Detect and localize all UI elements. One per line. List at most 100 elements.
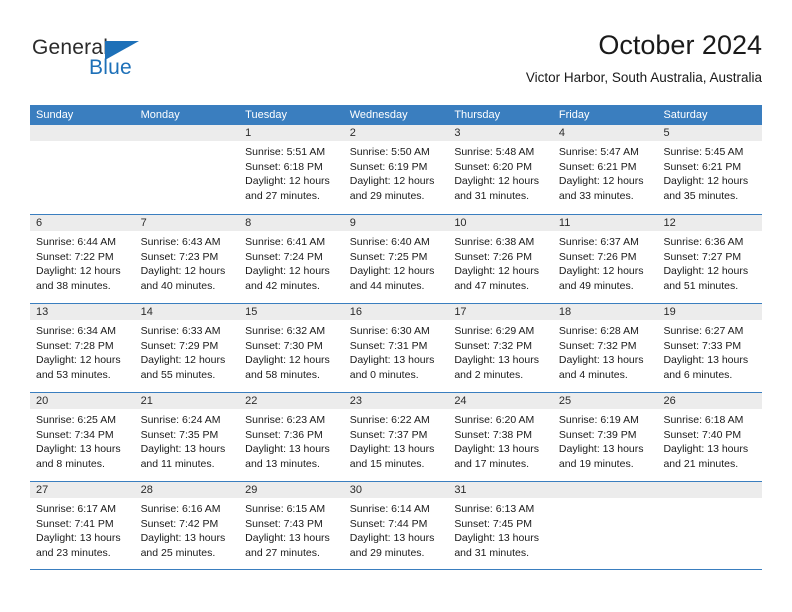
day-details: Sunrise: 6:20 AM Sunset: 7:38 PM Daylight:… — [448, 409, 553, 471]
general-blue-logo[interactable]: General Blue — [30, 28, 230, 84]
calendar-day-cell[interactable]: 30 Sunrise: 6:14 AM Sunset: 7:44 PM Dayligh… — [343, 482, 449, 569]
calendar-day-cell[interactable]: 20 Sunrise: 6:25 AM Sunset: 7:34 PM Dayligh… — [30, 393, 135, 481]
sunrise-text: Sunrise: 6:16 AM — [140, 503, 221, 515]
day-number: 1 — [239, 125, 344, 141]
day-number: 28 — [134, 482, 240, 498]
sunrise-text: Sunrise: 6:43 AM — [140, 236, 221, 248]
title-block: October 2024 Victor Harbor, South Austra… — [242, 28, 762, 88]
calendar-day-cell[interactable]: 25 Sunrise: 6:19 AM Sunset: 7:39 PM Dayligh… — [552, 393, 658, 481]
daylight-text: Daylight: 12 hours — [140, 265, 226, 278]
calendar-day-cell[interactable]: 9 Sunrise: 6:40 AM Sunset: 7:25 PM Daylight… — [343, 215, 449, 303]
calendar-day-cell[interactable]: 14 Sunrise: 6:33 AM Sunset: 7:29 PM Dayligh… — [134, 304, 240, 392]
daylight-text: and 40 minutes. — [140, 279, 216, 292]
day-number: 3 — [448, 125, 553, 141]
sunset-text: Sunset: 7:44 PM — [349, 517, 428, 530]
daylight-text: and 29 minutes. — [349, 189, 425, 202]
sunset-text: Sunset: 7:38 PM — [454, 428, 532, 441]
calendar-day-cell[interactable]: 8 Sunrise: 6:41 AM Sunset: 7:24 PM Daylight… — [239, 215, 344, 303]
calendar-day-cell[interactable]: 21 Sunrise: 6:24 AM Sunset: 7:35 PM Dayligh… — [134, 393, 240, 481]
daylight-text: Daylight: 13 hours — [454, 443, 539, 456]
calendar-day-cell-empty — [657, 482, 763, 569]
sunset-text: Sunset: 6:20 PM — [454, 160, 532, 173]
sunset-text: Sunset: 7:43 PM — [245, 517, 323, 530]
weekday-header-tuesday: Tuesday — [245, 109, 287, 121]
calendar-day-cell[interactable]: 26 Sunrise: 6:18 AM Sunset: 7:40 PM Dayligh… — [657, 393, 763, 481]
day-details: Sunrise: 6:25 AM Sunset: 7:34 PM Daylight:… — [30, 409, 135, 471]
calendar-day-cell[interactable]: 4 Sunrise: 5:47 AM Sunset: 6:21 PM Daylight… — [552, 125, 658, 214]
daylight-text: Daylight: 12 hours — [140, 354, 226, 367]
daylight-text: and 42 minutes. — [245, 279, 320, 292]
day-number: 9 — [343, 215, 449, 231]
daylight-text: and 31 minutes. — [454, 546, 530, 559]
sunset-text: Sunset: 7:39 PM — [558, 428, 637, 441]
day-number: 19 — [657, 304, 763, 320]
sunset-text: Sunset: 7:30 PM — [245, 339, 323, 352]
calendar-day-cell[interactable]: 24 Sunrise: 6:20 AM Sunset: 7:38 PM Dayligh… — [448, 393, 553, 481]
sunrise-text: Sunrise: 6:17 AM — [36, 503, 116, 515]
daylight-text: Daylight: 12 hours — [36, 354, 121, 367]
calendar-day-cell[interactable]: 28 Sunrise: 6:16 AM Sunset: 7:42 PM Dayligh… — [134, 482, 240, 569]
daylight-text: and 38 minutes. — [36, 279, 111, 292]
sunset-text: Sunset: 7:42 PM — [140, 517, 219, 530]
day-details — [30, 141, 135, 145]
calendar-day-cell[interactable]: 6 Sunrise: 6:44 AM Sunset: 7:22 PM Daylight… — [30, 215, 135, 303]
daylight-text: and 21 minutes. — [663, 457, 739, 470]
calendar-day-cell[interactable]: 18 Sunrise: 6:28 AM Sunset: 7:32 PM Dayligh… — [552, 304, 658, 392]
calendar-day-cell[interactable]: 3 Sunrise: 5:48 AM Sunset: 6:20 PM Daylight… — [448, 125, 553, 214]
day-number — [134, 125, 240, 141]
calendar-day-cell[interactable]: 15 Sunrise: 6:32 AM Sunset: 7:30 PM Dayligh… — [239, 304, 344, 392]
calendar-day-cell[interactable]: 13 Sunrise: 6:34 AM Sunset: 7:28 PM Dayligh… — [30, 304, 135, 392]
sunset-text: Sunset: 7:45 PM — [454, 517, 532, 530]
daylight-text: Daylight: 13 hours — [36, 532, 121, 545]
sunrise-text: Sunrise: 5:45 AM — [663, 146, 744, 158]
calendar-day-cell[interactable]: 22 Sunrise: 6:23 AM Sunset: 7:36 PM Dayligh… — [239, 393, 344, 481]
day-number: 26 — [657, 393, 763, 409]
daylight-text: and 19 minutes. — [558, 457, 634, 470]
calendar-day-cell[interactable]: 5 Sunrise: 5:45 AM Sunset: 6:21 PM Daylight… — [657, 125, 763, 214]
calendar-day-cell[interactable]: 23 Sunrise: 6:22 AM Sunset: 7:37 PM Dayligh… — [343, 393, 449, 481]
sunrise-text: Sunrise: 6:40 AM — [349, 236, 430, 248]
sunset-text: Sunset: 7:29 PM — [140, 339, 219, 352]
calendar-day-cell[interactable]: 2 Sunrise: 5:50 AM Sunset: 6:19 PM Daylight… — [343, 125, 449, 214]
daylight-text: and 27 minutes. — [245, 189, 320, 202]
day-details: Sunrise: 6:16 AM Sunset: 7:42 PM Daylight:… — [135, 498, 240, 560]
sunset-text: Sunset: 6:19 PM — [349, 160, 428, 173]
sunset-text: Sunset: 7:40 PM — [663, 428, 742, 441]
daylight-text: and 15 minutes. — [349, 457, 425, 470]
calendar-day-cell[interactable]: 1 Sunrise: 5:51 AM Sunset: 6:18 PM Daylight… — [239, 125, 344, 214]
calendar-day-cell[interactable]: 16 Sunrise: 6:30 AM Sunset: 7:31 PM Dayligh… — [343, 304, 449, 392]
day-details: Sunrise: 6:14 AM Sunset: 7:44 PM Daylight:… — [344, 498, 449, 560]
day-details: Sunrise: 6:18 AM Sunset: 7:40 PM Daylight:… — [657, 409, 762, 471]
calendar-day-cell[interactable]: 10 Sunrise: 6:38 AM Sunset: 7:26 PM Dayligh… — [448, 215, 553, 303]
calendar-day-cell[interactable]: 29 Sunrise: 6:15 AM Sunset: 7:43 PM Dayligh… — [239, 482, 344, 569]
day-number: 14 — [134, 304, 240, 320]
sunrise-text: Sunrise: 6:41 AM — [245, 236, 326, 248]
calendar-day-cell[interactable]: 27 Sunrise: 6:17 AM Sunset: 7:41 PM Dayligh… — [30, 482, 135, 569]
sunrise-text: Sunrise: 6:30 AM — [349, 325, 430, 337]
day-number: 16 — [343, 304, 449, 320]
calendar-day-cell[interactable]: 19 Sunrise: 6:27 AM Sunset: 7:33 PM Dayligh… — [657, 304, 763, 392]
daylight-text: Daylight: 12 hours — [663, 265, 749, 278]
sunrise-text: Sunrise: 5:47 AM — [558, 146, 639, 158]
daylight-text: Daylight: 13 hours — [140, 443, 226, 456]
day-number: 6 — [30, 215, 135, 231]
logo-text-blue: Blue — [89, 56, 132, 79]
calendar-day-cell[interactable]: 7 Sunrise: 6:43 AM Sunset: 7:23 PM Daylight… — [134, 215, 240, 303]
daylight-text: and 58 minutes. — [245, 368, 320, 381]
day-details: Sunrise: 5:48 AM Sunset: 6:20 PM Daylight:… — [448, 141, 553, 203]
sunrise-text: Sunrise: 6:27 AM — [663, 325, 744, 337]
daylight-text: and 4 minutes. — [558, 368, 628, 381]
calendar-day-cell[interactable]: 11 Sunrise: 6:37 AM Sunset: 7:26 PM Dayligh… — [552, 215, 658, 303]
sunrise-text: Sunrise: 6:23 AM — [245, 414, 326, 426]
page-subtitle: Victor Harbor, South Australia, Australi… — [525, 70, 762, 85]
daylight-text: Daylight: 12 hours — [245, 265, 330, 278]
sunset-text: Sunset: 6:18 PM — [245, 160, 323, 173]
day-details: Sunrise: 6:41 AM Sunset: 7:24 PM Daylight:… — [239, 231, 344, 293]
calendar-day-cell[interactable]: 12 Sunrise: 6:36 AM Sunset: 7:27 PM Dayligh… — [657, 215, 763, 303]
calendar-day-cell[interactable]: 17 Sunrise: 6:29 AM Sunset: 7:32 PM Dayligh… — [448, 304, 553, 392]
daylight-text: and 13 minutes. — [245, 457, 320, 470]
daylight-text: and 51 minutes. — [663, 279, 739, 292]
sunset-text: Sunset: 7:35 PM — [140, 428, 219, 441]
calendar-day-cell[interactable]: 31 Sunrise: 6:13 AM Sunset: 7:45 PM Dayligh… — [448, 482, 553, 569]
page-title: October 2024 — [598, 30, 762, 60]
